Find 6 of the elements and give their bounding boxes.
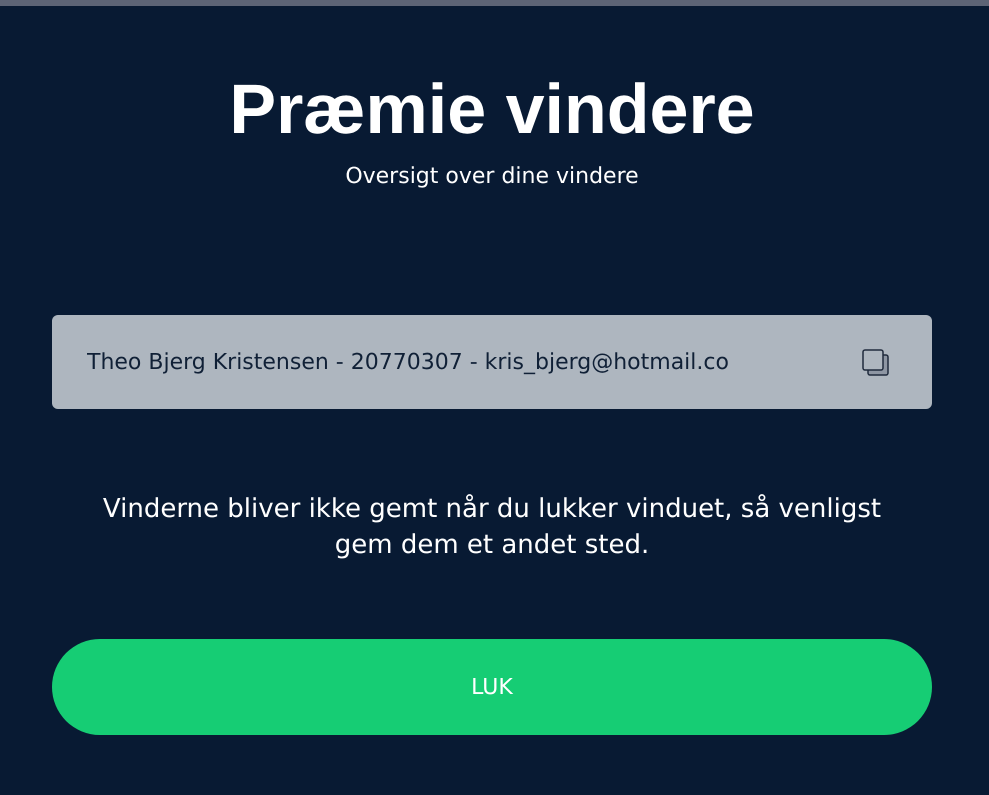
- copy-icon[interactable]: [860, 347, 892, 377]
- close-button[interactable]: LUK: [52, 639, 932, 735]
- winner-text: Theo Bjerg Kristensen - 20770307 - kris_bjerg@hotmail.co: [87, 350, 730, 374]
- dialog-title: Præmie vindere: [229, 69, 755, 150]
- dialog-subtitle: Oversigt over dine vindere: [345, 164, 639, 189]
- notice-text: Vinderne bliver ikke gemt når du lukker vinduet, så venligst gem dem et andet sted.: [102, 493, 882, 562]
